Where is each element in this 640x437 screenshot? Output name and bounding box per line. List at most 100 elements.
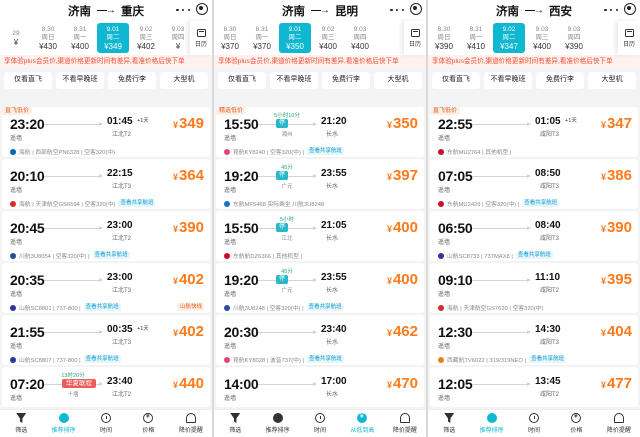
date-option[interactable]: 8.30 周日 ¥430 [32, 21, 64, 55]
date-option[interactable]: 9.03 周四 ¥390 [558, 21, 590, 55]
codeshare-link[interactable]: 查看共享航班 [92, 252, 130, 259]
flight-card[interactable]: 19:20 23:55 遥墙 长水 45分停广元 ¥397 东航MF5468 实际乘坐 川航… [216, 159, 424, 209]
date-option[interactable]: 8.31 周一 ¥400 [64, 21, 96, 55]
flight-card[interactable]: 12:30 14:30 遥墙 咸阳T3 ¥404 西藏航TV6022 | 319/319N… [430, 315, 638, 365]
calendar-button[interactable]: 日历 [190, 21, 212, 55]
arrival-airport: 长水 [326, 132, 339, 138]
toolbar-item[interactable]: 降价提醒 [598, 410, 640, 437]
toolbar-label: 筛选 [443, 428, 456, 434]
airline-and-aircraft: 东航MU2764 | 其他机型 | [447, 150, 512, 156]
flight-card[interactable]: 20:30 23:40 遥墙 长水 ¥462 昆航KY8028 | 波音737(中) | 查… [216, 315, 424, 365]
more-options-icon[interactable] [390, 6, 404, 14]
calendar-label: 日历 [622, 41, 635, 48]
departure-airport: 遥墙 [224, 136, 237, 142]
codeshare-link[interactable]: 查看共享航班 [83, 356, 121, 363]
toolbar-item[interactable]: 价格 [555, 410, 597, 437]
flight-list-panel: 济南 —→ 西安 8.30 周日 ¥390 8.31 周一 ¥410 9.02 周二 ¥347 9.03… [428, 0, 640, 437]
airline-logo-icon [10, 356, 16, 363]
more-options-icon[interactable] [176, 6, 190, 14]
codeshare-link[interactable]: 查看共享航班 [307, 148, 345, 155]
codeshare-link[interactable]: 查看共享航班 [529, 356, 567, 363]
toolbar-item[interactable]: 推荐排序 [42, 410, 84, 437]
flight-card[interactable]: 精选低价 15:50 21:20 遥墙 长水 5小时10分停湘州 ¥350 昆航KY8240 … [216, 107, 424, 157]
toolbar-item[interactable]: 时间 [85, 410, 127, 437]
flight-card[interactable]: 19:20 23:55 遥墙 长水 45分停广元 ¥400 川航3U8248 | 空客320… [216, 263, 424, 313]
flight-card[interactable]: 07:05 08:50 遥墙 咸阳T3 ¥386 东航MU2429 | 空客320(中) … [430, 159, 638, 209]
departure-time: 19:20 [224, 168, 259, 184]
date-option[interactable]: 9.01 周二 ¥349 [97, 23, 129, 53]
date-lowest-price: ¥ [13, 37, 19, 47]
toolbar-item[interactable]: 从低到高 [341, 410, 383, 437]
stop-city: 广元 [281, 288, 293, 294]
flight-card[interactable]: 07:20 23:40 遥墙 江北T2 13时20分 华夏联程 十堰 ¥440 [2, 367, 210, 407]
flight-card[interactable]: 21:55 00:35 +1天 遥墙 江北T3 ¥402 山航SC8807 | 737-80… [2, 315, 210, 365]
toolbar-item[interactable]: 降价提醒 [170, 410, 212, 437]
quick-filter-chip[interactable]: 仅看直飞 [432, 72, 480, 89]
date-option[interactable]: 8.31 周一 ¥410 [460, 21, 492, 55]
date-strip: 8.30 周日 ¥370 8.31 周一 ¥370 9.01 周二 ¥350 9.02 周三 ¥400… [214, 21, 426, 55]
calendar-button[interactable]: 日历 [404, 21, 426, 55]
toolbar-item[interactable]: 时间 [299, 410, 341, 437]
codeshare-link[interactable]: 查看共享航班 [83, 304, 121, 311]
date-option[interactable]: 8.30 周日 ¥390 [428, 21, 460, 55]
flight-card[interactable]: 14:00 17:00 遥墙 长水 ¥470 [216, 367, 424, 407]
quick-filter-chip[interactable]: 仅看直飞 [4, 72, 52, 89]
toolbar-item[interactable]: 时间 [513, 410, 555, 437]
miniprogram-close-icon[interactable] [624, 3, 636, 15]
quick-filter-chip[interactable]: 大型机 [160, 72, 208, 89]
date-option[interactable]: 9.03 周四 ¥400 [344, 21, 376, 55]
route-title[interactable]: 济南 —→ 西安 [496, 3, 572, 19]
codeshare-link[interactable]: 查看共享航班 [522, 200, 560, 207]
miniprogram-close-icon[interactable] [410, 3, 422, 15]
flight-card[interactable]: 12:05 13:45 遥墙 咸阳T2 ¥477 [430, 367, 638, 407]
date-option[interactable]: 9.02 周二 ¥347 [493, 23, 525, 53]
quick-filter-chip[interactable]: 不看早晚班 [270, 72, 318, 89]
date-option[interactable]: 8.30 周日 ¥370 [214, 21, 246, 55]
flight-card[interactable]: 20:45 23:00 遥墙 江北T2 ¥390 川航3U8054 | 空客320(中) … [2, 211, 210, 261]
calendar-icon [196, 28, 206, 37]
flight-card[interactable]: 15:50 21:05 遥墙 长水 5小时停江北 ¥400 东航航DZ6366 | 其他机型… [216, 211, 424, 261]
airline-and-aircraft: 川航3U8054 | 空客320(中) | [19, 254, 90, 260]
date-option[interactable]: 9.02 周三 ¥402 [130, 21, 162, 55]
codeshare-link[interactable]: 查看共享航班 [118, 200, 156, 207]
calendar-button[interactable]: 日历 [618, 21, 640, 55]
quick-filter-chip[interactable]: 免费行李 [322, 72, 370, 89]
flight-card[interactable]: 直飞低价 23:20 01:45 +1天 遥墙 江北T2 ¥349 海航 | 西部航空PN63… [2, 107, 210, 157]
toolbar-item[interactable]: 推荐排序 [470, 410, 512, 437]
price-icon [571, 413, 582, 423]
arrival-airport: 长水 [326, 340, 339, 346]
quick-filter-chip[interactable]: 不看早晚班 [56, 72, 104, 89]
route-line [44, 122, 103, 126]
date-option[interactable]: 8.31 周一 ¥370 [246, 21, 278, 55]
date-option[interactable]: 29 ¥ [0, 21, 32, 55]
flight-card[interactable]: 09:10 11:10 遥墙 咸阳T2 ¥395 海航 | 天津航空GS7620 | 空客… [430, 263, 638, 313]
toolbar-item[interactable]: 筛选 [214, 410, 256, 437]
codeshare-link[interactable]: 查看共享航班 [306, 304, 344, 311]
more-options-icon[interactable] [604, 6, 618, 14]
quick-filter-chip[interactable]: 大型机 [374, 72, 422, 89]
quick-filter-chip[interactable]: 免费行李 [536, 72, 584, 89]
currency-symbol: ¥ [386, 172, 392, 182]
toolbar-item[interactable]: 筛选 [428, 410, 470, 437]
flight-card[interactable]: 20:10 22:15 遥墙 江北T3 ¥364 海航 | 天津航空GS6594 | 空客… [2, 159, 210, 209]
toolbar-item[interactable]: 推荐排序 [256, 410, 298, 437]
date-option[interactable]: 9.02 周三 ¥400 [312, 21, 344, 55]
codeshare-link[interactable]: 查看共享航班 [515, 252, 553, 259]
route-title[interactable]: 济南 —→ 昆明 [282, 3, 358, 19]
quick-filter-chip[interactable]: 大型机 [588, 72, 636, 89]
route-title[interactable]: 济南 —→ 重庆 [68, 3, 144, 19]
toolbar-item[interactable]: 筛选 [0, 410, 42, 437]
codeshare-link[interactable]: 查看共享航班 [307, 356, 345, 363]
toolbar-item[interactable]: 降价提醒 [384, 410, 426, 437]
date-option[interactable]: 9.01 周二 ¥350 [279, 23, 311, 53]
miniprogram-close-icon[interactable] [196, 3, 208, 15]
quick-filter-chip[interactable]: 不看早晚班 [484, 72, 532, 89]
filter-icon [230, 413, 241, 423]
quick-filter-chip[interactable]: 免费行李 [108, 72, 156, 89]
quick-filter-chip[interactable]: 仅看直飞 [218, 72, 266, 89]
flight-card[interactable]: 20:35 23:00 遥墙 江北T3 ¥402 山航SC8801 | 737-800 |… [2, 263, 210, 313]
date-option[interactable]: 9.03 周三 ¥400 [526, 21, 558, 55]
flight-card[interactable]: 06:50 08:40 遥墙 咸阳T3 ¥390 山航SC8733 | 737MAX8 |… [430, 211, 638, 261]
toolbar-item[interactable]: 价格 [127, 410, 169, 437]
flight-card[interactable]: 直飞低价 22:55 01:05 +1天 遥墙 咸阳T3 ¥347 东航MU2764 | 其他… [430, 107, 638, 157]
